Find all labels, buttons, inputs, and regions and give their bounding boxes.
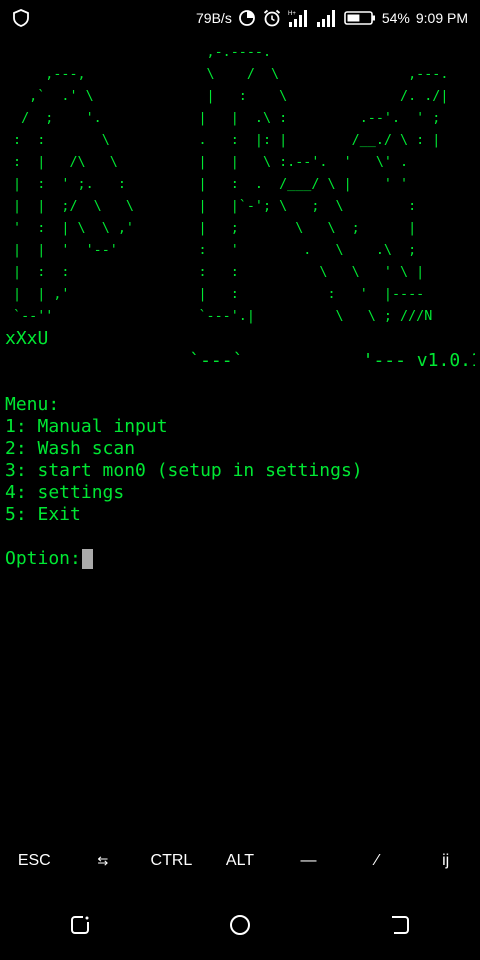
ctrl-key[interactable]: CTRL bbox=[137, 852, 205, 870]
signal-icon-2 bbox=[316, 8, 338, 28]
menu-item-wash-scan: 2: Wash scan bbox=[5, 438, 136, 459]
menu-item-start-mon0: 3: start mon0 (setup in settings) bbox=[5, 460, 363, 481]
version-line: `---` '--- v1.0.1 bbox=[5, 350, 475, 371]
status-bar: 79B/s H+ 54% 9:09 PM bbox=[0, 0, 480, 36]
home-button[interactable] bbox=[210, 905, 270, 945]
menu-item-manual-input: 1: Manual input bbox=[5, 416, 168, 437]
terminal-output[interactable]: ,-.----. ,---, \ / \ ,---. ,` .' \ | : \… bbox=[5, 42, 475, 842]
menu-item-exit: 5: Exit bbox=[5, 504, 81, 525]
battery-icon bbox=[344, 10, 376, 26]
text-cursor bbox=[81, 549, 93, 569]
data-saver-icon bbox=[238, 9, 256, 27]
recent-apps-button[interactable] bbox=[50, 905, 110, 945]
option-prompt: Option: bbox=[5, 548, 81, 569]
alarm-icon bbox=[262, 8, 282, 28]
extra-keys-row: ESC ⇆ CTRL ALT — ⁄ ij bbox=[0, 840, 480, 882]
battery-percent: 54% bbox=[381, 10, 410, 26]
ascii-art-banner: ,-.----. ,---, \ / \ ,---. ,` .' \ | : \… bbox=[13, 45, 449, 324]
navigation-bar bbox=[0, 900, 480, 950]
author-label: xXxU bbox=[5, 328, 49, 349]
recent-apps-icon bbox=[71, 916, 89, 934]
home-icon bbox=[230, 915, 250, 935]
option-prompt-line[interactable]: Option: bbox=[5, 548, 475, 570]
dash-key[interactable]: — bbox=[275, 852, 343, 870]
back-icon bbox=[392, 916, 409, 934]
clock: 9:09 PM bbox=[415, 10, 468, 26]
signal-icon: H+ bbox=[288, 8, 310, 28]
svg-text:H+: H+ bbox=[288, 11, 296, 17]
menu-title: Menu: bbox=[5, 394, 60, 415]
slash-key[interactable]: ⁄ bbox=[343, 852, 411, 870]
tab-key[interactable]: ⇆ bbox=[69, 853, 137, 869]
alt-key[interactable]: ALT bbox=[206, 852, 274, 870]
status-icons: 79B/s H+ 54% 9:09 PM bbox=[196, 0, 468, 36]
net-speed: 79B/s bbox=[196, 10, 232, 26]
ij-key[interactable]: ij bbox=[412, 852, 480, 870]
back-button[interactable] bbox=[370, 905, 430, 945]
shield-icon bbox=[12, 9, 30, 27]
menu-item-settings: 4: settings bbox=[5, 482, 125, 503]
esc-key[interactable]: ESC bbox=[0, 852, 68, 870]
